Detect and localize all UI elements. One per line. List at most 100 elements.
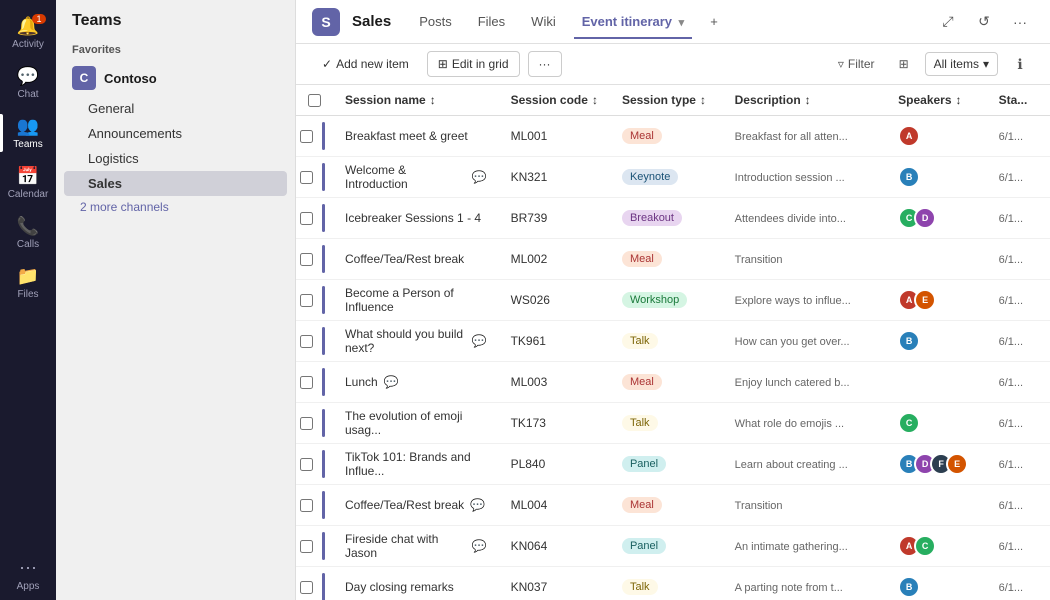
speakers-group: CD [898, 207, 974, 229]
row-checkbox-cell [296, 362, 333, 402]
row-indicator [322, 409, 325, 437]
start-date-text: 6/1... [999, 172, 1023, 184]
row-checkbox[interactable] [300, 294, 313, 307]
table-row[interactable]: Icebreaker Sessions 1 - 4 BR739 Breakout… [296, 198, 1050, 239]
session-type-badge: Meal [622, 251, 662, 267]
sidebar-item-activity[interactable]: 🔔 Activity 1 [0, 8, 56, 58]
view-toggle-button[interactable]: ⊞ [891, 53, 917, 75]
table-row[interactable]: Welcome & Introduction 💬 KN321 Keynote I… [296, 157, 1050, 198]
session-type-badge: Meal [622, 497, 662, 513]
sidebar-item-files[interactable]: 📁 Files [0, 258, 56, 308]
row-session-name: Breakfast meet & greet [333, 116, 499, 157]
filter-button[interactable]: ▿ Filter [830, 53, 883, 75]
table-row[interactable]: Lunch 💬 ML003 Meal Enjoy lunch catered b… [296, 362, 1050, 403]
row-description: Learn about creating ... [723, 444, 887, 485]
row-checkbox-cell [296, 526, 333, 566]
more-options-icon[interactable]: ··· [1006, 8, 1034, 36]
tab-add[interactable]: + [698, 4, 730, 39]
row-checkbox[interactable] [300, 376, 313, 389]
session-type-badge: Workshop [622, 292, 687, 308]
edit-in-grid-button[interactable]: ⊞ Edit in grid [427, 51, 520, 77]
checkbox-header[interactable] [296, 85, 333, 116]
row-description: Enjoy lunch catered b... [723, 362, 887, 403]
sidebar-item-label: Chat [17, 89, 38, 100]
table-row[interactable]: Day closing remarks KN037 Talk A parting… [296, 567, 1050, 600]
description-text: Transition [735, 254, 783, 266]
start-date-text: 6/1... [999, 541, 1023, 553]
info-button[interactable]: ℹ [1006, 50, 1034, 78]
tab-files[interactable]: Files [466, 4, 517, 39]
sidebar-item-teams[interactable]: 👥 Teams [0, 108, 56, 158]
table-row[interactable]: What should you build next? 💬 TK961 Talk… [296, 321, 1050, 362]
more-channels-link[interactable]: 2 more channels [56, 196, 295, 218]
row-session-name: Day closing remarks [333, 567, 499, 600]
activity-badge: 1 [32, 14, 46, 24]
expand-icon[interactable]: ⤢ [934, 8, 962, 36]
col-header-type[interactable]: Session type ↕ [610, 85, 723, 116]
channel-sales[interactable]: Sales [64, 171, 287, 196]
sort-icon-speakers: ↕ [956, 93, 962, 107]
view-grid-icon: ⊞ [899, 57, 909, 71]
table-container: Session name ↕ Session code ↕ Session ty… [296, 85, 1050, 600]
row-checkbox[interactable] [300, 335, 313, 348]
speaker-avatar: C [898, 412, 920, 434]
speaker-avatar: E [946, 453, 968, 475]
start-date-text: 6/1... [999, 131, 1023, 143]
col-header-code[interactable]: Session code ↕ [499, 85, 610, 116]
row-speakers [886, 485, 986, 526]
row-session-name: Lunch 💬 [333, 362, 499, 403]
row-start: 6/1... [987, 526, 1050, 567]
col-header-name[interactable]: Session name ↕ [333, 85, 499, 116]
tab-dropdown-icon[interactable]: ▾ [679, 17, 685, 29]
table-row[interactable]: Coffee/Tea/Rest break ML002 Meal Transit… [296, 239, 1050, 280]
table-row[interactable]: Fireside chat with Jason 💬 KN064 Panel A… [296, 526, 1050, 567]
select-all-checkbox[interactable] [308, 94, 321, 107]
row-checkbox[interactable] [300, 130, 313, 143]
table-row[interactable]: Coffee/Tea/Rest break 💬 ML004 Meal Trans… [296, 485, 1050, 526]
row-checkbox[interactable] [300, 171, 313, 184]
row-checkbox[interactable] [300, 540, 313, 553]
sidebar-nav: 🔔 Activity 1 💬 Chat 👥 Teams 📅 Calendar 📞… [0, 0, 56, 600]
channel-header-icon: S [312, 8, 340, 36]
row-session-type: Meal [610, 485, 723, 526]
description-text: An intimate gathering... [735, 541, 848, 553]
table-row[interactable]: The evolution of emoji usag... TK173 Tal… [296, 403, 1050, 444]
tab-posts[interactable]: Posts [407, 4, 464, 39]
row-indicator [322, 368, 325, 396]
sidebar-item-calls[interactable]: 📞 Calls [0, 208, 56, 258]
row-checkbox[interactable] [300, 253, 313, 266]
row-start: 6/1... [987, 403, 1050, 444]
tab-wiki[interactable]: Wiki [519, 4, 568, 39]
row-checkbox[interactable] [300, 212, 313, 225]
tab-event-itinerary[interactable]: Event itinerary ▾ [570, 4, 696, 39]
sidebar-item-label: Activity [12, 39, 44, 50]
table-row[interactable]: Become a Person of Influence WS026 Works… [296, 280, 1050, 321]
row-checkbox[interactable] [300, 417, 313, 430]
row-checkbox[interactable] [300, 499, 313, 512]
row-session-code: KN037 [499, 567, 610, 600]
channel-logistics[interactable]: Logistics [64, 146, 287, 171]
table-row[interactable]: TikTok 101: Brands and Influe... PL840 P… [296, 444, 1050, 485]
refresh-icon[interactable]: ↺ [970, 8, 998, 36]
channel-general[interactable]: General [64, 96, 287, 121]
sidebar-item-apps[interactable]: ⋯ Apps [0, 550, 56, 600]
table-row[interactable]: Breakfast meet & greet ML001 Meal Breakf… [296, 116, 1050, 157]
add-new-item-button[interactable]: ✓ Add new item [312, 52, 419, 76]
view-selector[interactable]: All items ▾ [925, 52, 998, 76]
sidebar-item-chat[interactable]: 💬 Chat [0, 58, 56, 108]
channel-announcements[interactable]: Announcements [64, 121, 287, 146]
row-checkbox-cell [296, 198, 333, 238]
row-session-type: Breakout [610, 198, 723, 239]
row-session-name: The evolution of emoji usag... [333, 403, 499, 444]
speaker-avatar: E [914, 289, 936, 311]
col-header-speakers[interactable]: Speakers ↕ [886, 85, 986, 116]
col-header-desc[interactable]: Description ↕ [723, 85, 887, 116]
row-session-type: Workshop [610, 280, 723, 321]
col-header-start[interactable]: Sta... [987, 85, 1050, 116]
team-contoso[interactable]: C Contoso [56, 60, 295, 96]
sidebar-item-calendar[interactable]: 📅 Calendar [0, 158, 56, 208]
row-checkbox[interactable] [300, 458, 313, 471]
session-type-badge: Panel [622, 456, 666, 472]
row-checkbox[interactable] [300, 581, 313, 594]
more-toolbar-button[interactable]: ··· [528, 51, 562, 77]
